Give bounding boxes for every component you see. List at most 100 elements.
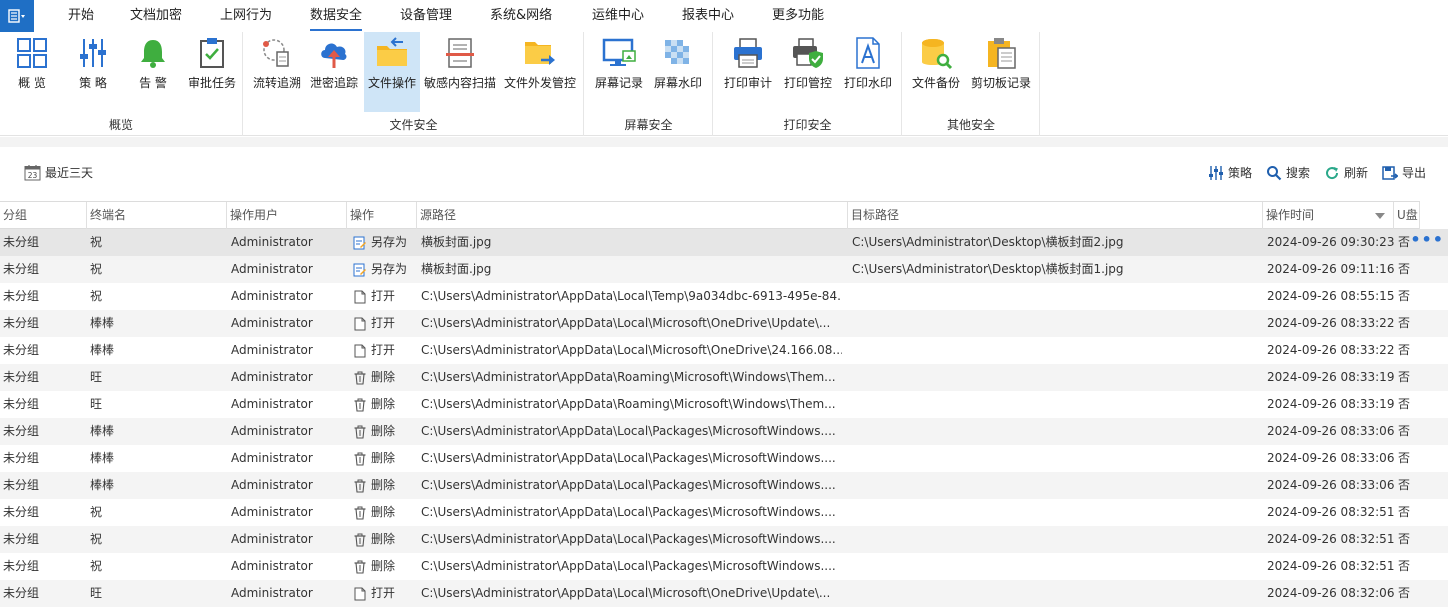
column-header-3[interactable]: 操作 bbox=[347, 202, 417, 229]
cell-op: 打开 bbox=[347, 283, 417, 310]
bell-icon bbox=[136, 36, 170, 70]
cell-usb: 否 bbox=[1398, 505, 1411, 519]
ribbon-button-3-0[interactable]: 打印审计 bbox=[720, 32, 776, 112]
ribbon-button-0-1[interactable]: 策 略 bbox=[64, 32, 122, 112]
cell-terminal: 棒棒 bbox=[90, 343, 115, 357]
date-range-label: 最近三天 bbox=[45, 166, 94, 180]
cell-src: C:\Users\Administrator\AppData\Local\Pac… bbox=[421, 424, 836, 438]
cell-usb: 否 bbox=[1398, 451, 1411, 465]
ribbon-button-3-1[interactable]: 打印管控 bbox=[778, 32, 838, 112]
trash-icon bbox=[353, 506, 367, 520]
cell-op: 另存为 bbox=[347, 256, 417, 283]
table-row[interactable]: 未分组 棒棒 Administrator 删除 C:\Users\Administrat… bbox=[0, 472, 1448, 499]
cell-time: 2024-09-26 08:33:22 bbox=[1267, 316, 1394, 330]
trash-icon bbox=[353, 533, 367, 547]
cell-dst bbox=[848, 391, 1263, 418]
toolbar-action-1[interactable]: 搜索 bbox=[1266, 164, 1310, 181]
cell-op: 打开 bbox=[347, 310, 417, 337]
table-row[interactable]: 未分组 祝 Administrator 另存为 横板封面.jpg C:\Users\Adm… bbox=[0, 256, 1448, 283]
cell-group: 未分组 bbox=[3, 235, 40, 249]
operation-label: 删除 bbox=[371, 532, 396, 546]
cell-dst bbox=[848, 526, 1263, 553]
operation-label: 删除 bbox=[371, 451, 396, 465]
menu-item-4[interactable]: 设备管理 bbox=[400, 0, 452, 32]
cell-src: C:\Users\Administrator\AppData\Local\Pac… bbox=[421, 478, 836, 492]
printer-icon bbox=[731, 36, 765, 70]
cell-src: C:\Users\Administrator\AppData\Local\Mic… bbox=[421, 316, 831, 330]
date-range-button[interactable]: 23 最近三天 bbox=[24, 164, 93, 181]
menu-item-7[interactable]: 报表中心 bbox=[682, 0, 734, 32]
cell-op: 另存为 bbox=[347, 229, 417, 256]
ribbon-button-4-0[interactable]: 文件备份 bbox=[907, 32, 965, 112]
row-more-button[interactable]: ••• bbox=[1410, 229, 1444, 256]
cell-usb: 否 bbox=[1398, 559, 1411, 573]
column-header-6[interactable]: 操作时间 bbox=[1263, 202, 1394, 229]
cell-time: 2024-09-26 08:32:51 bbox=[1267, 559, 1394, 573]
ribbon-button-2-1[interactable]: 屏幕水印 bbox=[649, 32, 707, 112]
printer-shield-icon bbox=[791, 36, 825, 70]
export-icon bbox=[1382, 165, 1398, 181]
ribbon-button-0-2[interactable]: 告 警 bbox=[126, 32, 180, 112]
column-header-1[interactable]: 终端名 bbox=[87, 202, 227, 229]
sliders-icon bbox=[1208, 165, 1224, 181]
cell-src: C:\Users\Administrator\AppData\Local\Tem… bbox=[421, 289, 842, 303]
ribbon-button-3-2[interactable]: 打印水印 bbox=[840, 32, 896, 112]
menu-item-2[interactable]: 上网行为 bbox=[220, 0, 272, 32]
table-row[interactable]: 未分组 祝 Administrator 另存为 横板封面.jpg C:\Users\Adm… bbox=[0, 229, 1448, 256]
cell-terminal: 祝 bbox=[90, 262, 103, 276]
table-row[interactable]: 未分组 旺 Administrator 删除 C:\Users\Administrato… bbox=[0, 391, 1448, 418]
ribbon-button-1-0[interactable]: 流转追溯 bbox=[248, 32, 306, 112]
table-row[interactable]: 未分组 祝 Administrator 删除 C:\Users\Administrato… bbox=[0, 553, 1448, 580]
app-menu-button[interactable] bbox=[0, 0, 34, 32]
column-header-5[interactable]: 目标路径 bbox=[848, 202, 1263, 229]
menu-item-5[interactable]: 系统&网络 bbox=[490, 0, 552, 32]
cell-user: Administrator bbox=[231, 397, 313, 411]
toolbar-action-2[interactable]: 刷新 bbox=[1324, 164, 1368, 181]
operation-label: 另存为 bbox=[371, 235, 408, 249]
ribbon-button-1-2[interactable]: 文件操作 bbox=[364, 32, 420, 112]
column-header-2[interactable]: 操作用户 bbox=[227, 202, 347, 229]
cell-src: C:\Users\Administrator\AppData\Local\Pac… bbox=[421, 451, 836, 465]
table-row[interactable]: 未分组 祝 Administrator 删除 C:\Users\Administrato… bbox=[0, 526, 1448, 553]
table-row[interactable]: 未分组 旺 Administrator 删除 C:\Users\Administrato… bbox=[0, 364, 1448, 391]
table-row[interactable]: 未分组 祝 Administrator 删除 C:\Users\Administrato… bbox=[0, 499, 1448, 526]
save-as-icon bbox=[353, 236, 367, 250]
operation-label: 打开 bbox=[371, 316, 396, 330]
menu-item-6[interactable]: 运维中心 bbox=[592, 0, 644, 32]
toolbar-action-label: 搜索 bbox=[1285, 166, 1310, 180]
ribbon-button-2-0[interactable]: 屏幕记录 bbox=[591, 32, 647, 112]
screen-record-icon bbox=[602, 36, 636, 70]
ribbon-button-1-1[interactable]: 泄密追踪 bbox=[306, 32, 362, 112]
table-row[interactable]: 未分组 棒棒 Administrator 打开 C:\Users\Administrat… bbox=[0, 337, 1448, 364]
cell-group: 未分组 bbox=[3, 586, 40, 600]
table-row[interactable]: 未分组 棒棒 Administrator 删除 C:\Users\Administrat… bbox=[0, 445, 1448, 472]
menu-item-0[interactable]: 开始 bbox=[68, 0, 94, 32]
ribbon-button-1-3[interactable]: 敏感内容扫描 bbox=[422, 32, 498, 112]
operation-label: 打开 bbox=[371, 586, 396, 600]
table-row[interactable]: 未分组 旺 Administrator 打开 C:\Users\Administrato… bbox=[0, 580, 1448, 607]
toolbar-action-3[interactable]: 导出 bbox=[1382, 164, 1426, 181]
table-row[interactable]: 未分组 棒棒 Administrator 打开 C:\Users\Administrat… bbox=[0, 310, 1448, 337]
cell-group: 未分组 bbox=[3, 478, 40, 492]
cell-src: C:\Users\Administrator\AppData\Local\Mic… bbox=[421, 586, 831, 600]
sliders-icon bbox=[76, 36, 110, 70]
ribbon-button-0-0[interactable]: 概 览 bbox=[6, 32, 58, 112]
column-header-4[interactable]: 源路径 bbox=[417, 202, 848, 229]
table-row[interactable]: 未分组 祝 Administrator 打开 C:\Users\Administrato… bbox=[0, 283, 1448, 310]
menu-item-3[interactable]: 数据安全 bbox=[310, 0, 363, 32]
ribbon-button-0-3[interactable]: 审批任务 bbox=[184, 32, 240, 112]
cell-time: 2024-09-26 08:32:06 bbox=[1267, 586, 1394, 600]
column-header-0[interactable]: 分组 bbox=[0, 202, 87, 229]
clipboard-icon bbox=[984, 36, 1018, 70]
column-header-7[interactable]: U盘 bbox=[1394, 202, 1420, 229]
cell-time: 2024-09-26 08:33:22 bbox=[1267, 343, 1394, 357]
table-row[interactable]: 未分组 棒棒 Administrator 删除 C:\Users\Administrat… bbox=[0, 418, 1448, 445]
toolbar-action-0[interactable]: 策略 bbox=[1208, 164, 1252, 181]
menu-item-8[interactable]: 更多功能 bbox=[772, 0, 824, 32]
ribbon-group-3: 打印审计 打印管控 打印水印 打印安全 bbox=[714, 32, 902, 136]
ribbon-button-1-4[interactable]: 文件外发管控 bbox=[500, 32, 580, 112]
menu-item-1[interactable]: 文档加密 bbox=[130, 0, 182, 32]
ribbon-button-4-1[interactable]: 剪切板记录 bbox=[967, 32, 1035, 112]
cell-user: Administrator bbox=[231, 262, 313, 276]
document-scan-icon bbox=[443, 36, 477, 70]
